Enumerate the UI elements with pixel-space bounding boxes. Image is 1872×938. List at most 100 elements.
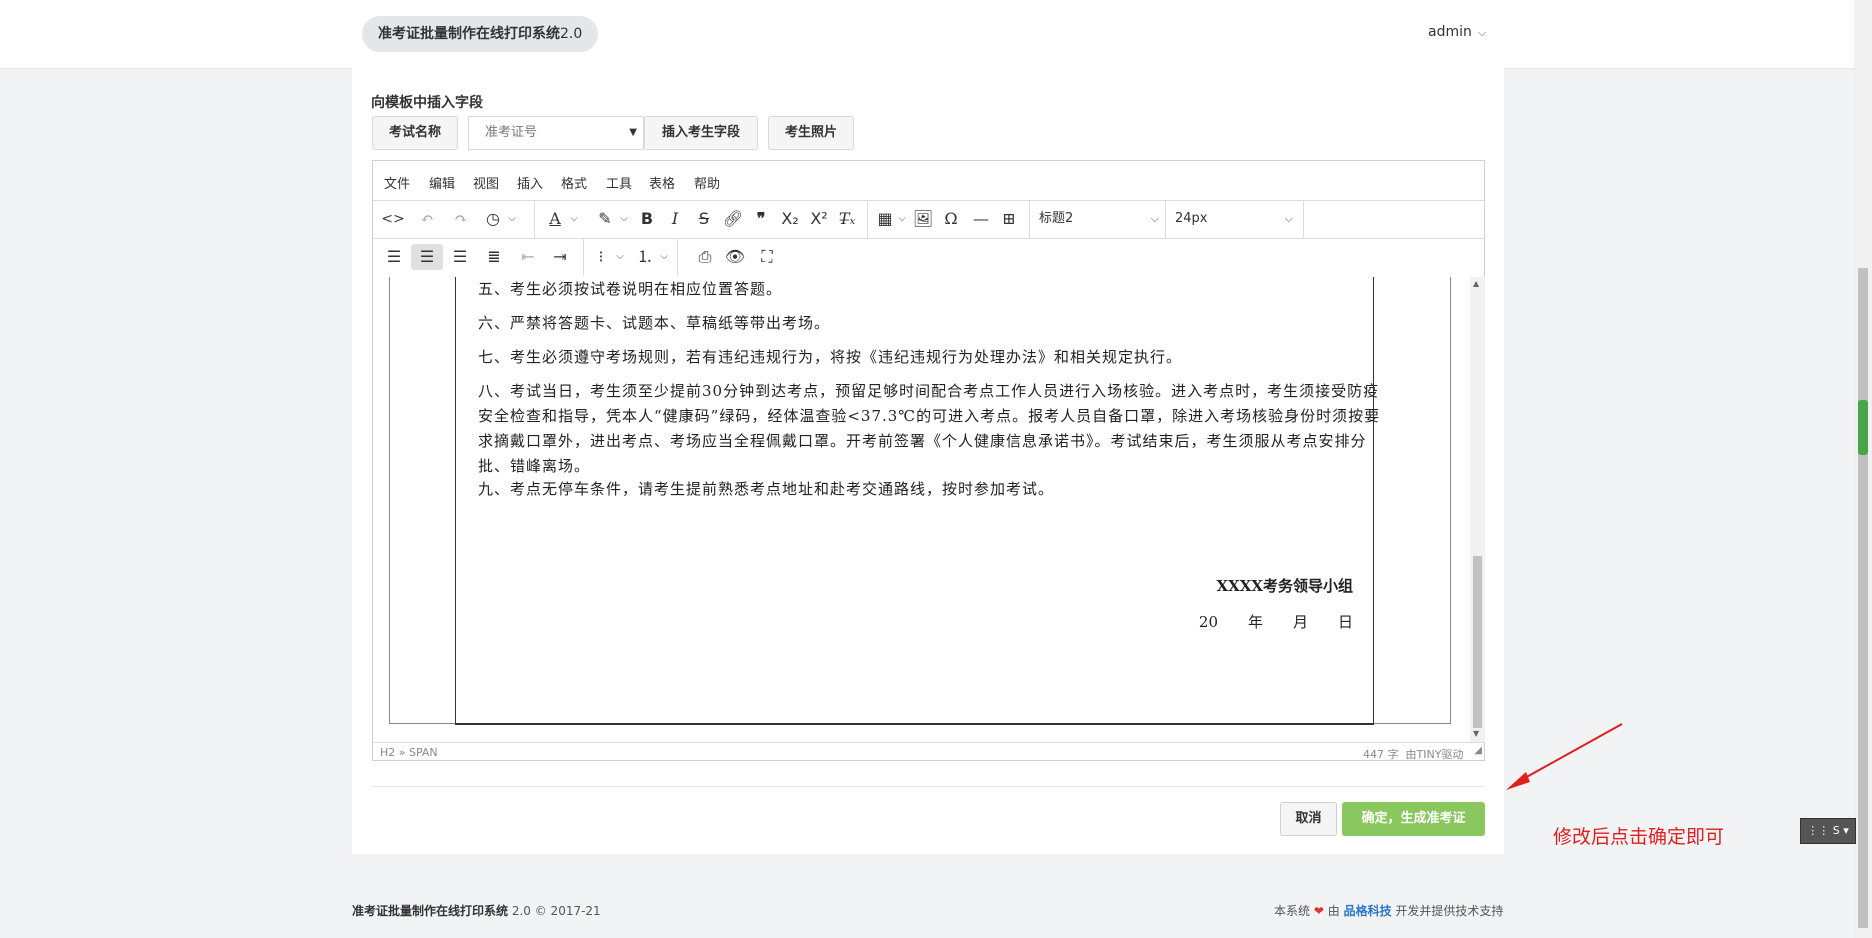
footer-version: 2.0 © 2017-21 [511, 904, 601, 918]
bullet-list-icon[interactable]: ⁝ [589, 244, 613, 270]
bold-icon[interactable]: B [635, 206, 659, 232]
chevron-down-icon[interactable]: ⌵ [617, 206, 631, 232]
indent-icon[interactable]: ⇥ [547, 244, 573, 270]
outdent-icon[interactable]: ⇤ [515, 244, 541, 270]
menu-table[interactable]: 表格 [649, 173, 675, 192]
editor-scroll-thumb[interactable] [1473, 556, 1482, 728]
footer-suffix: 开发并提供技术支持 [1395, 904, 1504, 918]
footer-credit: 本系统 ❤ 由 品格科技 开发并提供技术支持 [1274, 902, 1503, 919]
chevron-down-icon[interactable]: ⌵ [567, 206, 581, 232]
top-navbar: 准考证批量制作在线打印系统2.0 admin ⌵ [0, 0, 1854, 69]
student-photo-button[interactable]: 考生照片 [768, 116, 854, 150]
clear-format-icon[interactable]: T̶ₓ [835, 206, 859, 232]
footer-title: 准考证批量制作在线打印系统 [352, 904, 509, 918]
cancel-button[interactable]: 取消 [1280, 802, 1337, 836]
signature-org: XXXX考务领导小组 [1216, 577, 1353, 595]
preview-eye-icon[interactable]: 👁︎ [723, 244, 747, 270]
annotation-arrow-icon [1506, 723, 1623, 790]
editor-toolbar-2: ☰ ☰ ☰ ≣ ⇤ ⇥ ⁝ ⌵ ⒈ ⌵ ⎙ 👁︎ ⛶ [373, 238, 1484, 278]
toolbar-separator [1029, 200, 1030, 238]
exam-name-button[interactable]: 考试名称 [372, 116, 458, 150]
menu-format[interactable]: 格式 [561, 173, 587, 192]
toolbar-separator [867, 200, 868, 238]
numbered-list-icon[interactable]: ⒈ [633, 244, 657, 270]
toolbar-separator [534, 200, 535, 238]
page-break-icon[interactable]: ⊞ [997, 206, 1021, 232]
undo-icon[interactable]: ↶ [415, 206, 439, 232]
heart-icon: ❤ [1313, 904, 1324, 918]
align-left-icon[interactable]: ☰ [381, 244, 407, 270]
scroll-down-icon[interactable]: ▼ [1473, 729, 1479, 738]
company-link[interactable]: 品格科技 [1344, 904, 1392, 918]
image-icon[interactable]: 🖼︎ [911, 206, 935, 232]
menu-insert[interactable]: 插入 [517, 173, 543, 192]
text-color-icon[interactable]: A [543, 206, 567, 232]
confirm-generate-button[interactable]: 确定，生成准考证 [1342, 802, 1485, 836]
editor-content-area[interactable]: 五、考生必须按试卷说明在相应位置答题。 六、严禁将答题卡、试题本、草稿纸等带出考… [373, 277, 1470, 742]
chevron-down-icon[interactable]: ⌵ [505, 206, 519, 232]
footer-copyright: 准考证批量制作在线打印系统 2.0 © 2017-21 [352, 902, 601, 919]
menu-file[interactable]: 文件 [384, 173, 410, 192]
brand-title: 准考证批量制作在线打印系统 [378, 26, 560, 42]
horizontal-line-icon[interactable]: — [969, 206, 993, 232]
insert-student-field-button[interactable]: 插入考生字段 [644, 116, 758, 150]
align-justify-icon[interactable]: ≣ [481, 244, 507, 270]
menu-help[interactable]: 帮助 [694, 173, 720, 192]
element-path[interactable]: H2 » SPAN [380, 746, 438, 759]
toolbar-separator [583, 238, 584, 276]
chevron-down-icon[interactable]: ⌵ [657, 244, 671, 270]
resize-handle-icon[interactable]: ◢ [1474, 745, 1482, 756]
subscript-icon[interactable]: X₂ [777, 206, 803, 232]
chevron-down-icon: ⌵ [1477, 26, 1487, 39]
signature-date: 20 年 月 日 [1198, 613, 1353, 631]
scroll-up-icon[interactable]: ▲ [1473, 279, 1479, 288]
align-right-icon[interactable]: ☰ [447, 244, 473, 270]
scroll-indicator [1858, 400, 1868, 455]
toolbar-separator [1303, 200, 1304, 238]
insert-fields-label: 向模板中插入字段 [371, 95, 483, 111]
word-count: 447 字 由TINY驱动 [1363, 746, 1463, 762]
document-frame: 五、考生必须按试卷说明在相应位置答题。 六、严禁将答题卡、试题本、草稿纸等带出考… [455, 277, 1379, 725]
page-scrollbar[interactable] [1854, 0, 1872, 938]
notice-item-6: 六、严禁将答题卡、试题本、草稿纸等带出考场。 [478, 314, 831, 332]
menu-view[interactable]: 视图 [473, 173, 499, 192]
chevron-down-icon[interactable]: ⌵ [895, 206, 909, 232]
chevron-down-icon: ⌵ [1150, 212, 1159, 225]
notice-item-9: 九、考点无停车条件，请考生提前熟悉考点地址和赴考交通路线，按时参加考试。 [478, 480, 1055, 498]
app-brand[interactable]: 准考证批量制作在线打印系统2.0 [362, 16, 599, 52]
align-center-icon[interactable]: ☰ [411, 244, 443, 270]
link-icon[interactable]: 🔗︎ [721, 206, 745, 232]
font-size-dropdown[interactable]: 24px ⌵ [1175, 206, 1293, 232]
fullscreen-icon[interactable]: ⛶ [755, 244, 779, 270]
toolbar-separator [677, 238, 678, 276]
editor-statusbar: H2 » SPAN 447 字 由TINY驱动 ◢ [373, 742, 1484, 762]
chevron-down-icon[interactable]: ⌵ [613, 244, 627, 270]
editor-toolbar-1: <> ↶ ↷ ◷ ⌵ A ⌵ ✎ ⌵ B I S 🔗︎ ❞ X₂ X² T̶ₓ … [373, 200, 1484, 239]
caret-down-icon: ▼ [629, 127, 637, 138]
superscript-icon[interactable]: X² [806, 206, 832, 232]
strikethrough-icon[interactable]: S [692, 206, 716, 232]
student-field-select[interactable]: 准考证号 ▼ [468, 116, 644, 150]
menu-tools[interactable]: 工具 [606, 173, 632, 192]
source-code-icon[interactable]: <> [381, 206, 405, 232]
block-format-dropdown[interactable]: 标题2 ⌵ [1039, 206, 1159, 232]
annotation-text: 修改后点击确定即可 [1553, 826, 1725, 848]
table-icon[interactable]: ▦ [873, 206, 897, 232]
highlight-color-icon[interactable]: ✎ [593, 206, 617, 232]
ime-toolbar-icon[interactable]: ⋮⋮ S ▾ [1800, 818, 1856, 844]
rich-text-editor: 文件 编辑 视图 插入 格式 工具 表格 帮助 <> ↶ ↷ ◷ ⌵ A ⌵ ✎… [372, 160, 1485, 761]
redo-icon[interactable]: ↷ [449, 206, 473, 232]
footer-by: 由 [1327, 904, 1340, 918]
menu-edit[interactable]: 编辑 [429, 173, 455, 192]
actions-divider [372, 786, 1484, 787]
page-scroll-thumb[interactable] [1858, 268, 1868, 928]
special-char-icon[interactable]: Ω [939, 206, 963, 232]
powered-by[interactable]: 由TINY驱动 [1406, 748, 1464, 761]
editor-scrollbar[interactable]: ▲ ▼ [1470, 277, 1485, 742]
print-icon[interactable]: ⎙ [693, 244, 717, 270]
blockquote-icon[interactable]: ❞ [749, 206, 773, 232]
user-name: admin [1428, 24, 1472, 40]
italic-icon[interactable]: I [663, 206, 687, 232]
clock-icon[interactable]: ◷ [481, 206, 505, 232]
user-menu[interactable]: admin ⌵ [1428, 24, 1486, 40]
